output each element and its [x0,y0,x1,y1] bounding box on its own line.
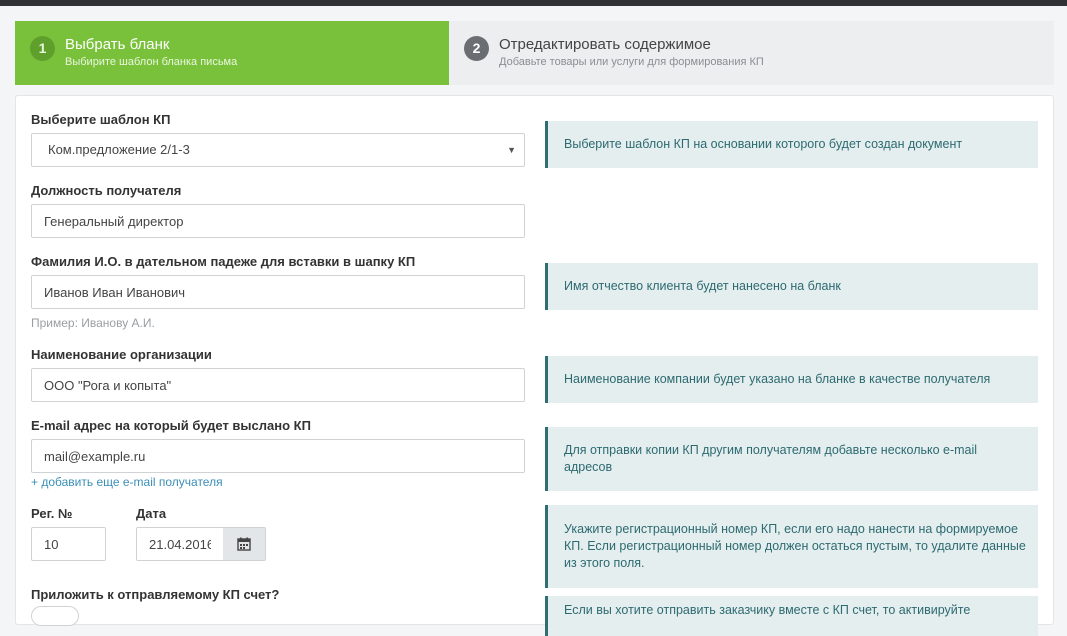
calendar-icon [237,537,251,551]
reg-number-input[interactable] [31,527,106,561]
step-subtitle: Выбирите шаблон бланка письма [65,56,238,68]
step-choose-template[interactable]: 1 Выбрать бланк Выбирите шаблон бланка п… [15,21,449,85]
template-label: Выберите шаблон КП [31,112,171,127]
template-select-value: Ком.предложение 2/1-3 [48,142,190,157]
step-edit-content[interactable]: 2 Отредактировать содержимое Добавьте то… [449,21,1054,85]
attach-invoice-label: Приложить к отправляемому КП счет? [31,587,280,602]
step-number: 1 [30,36,55,61]
fullname-hint: Пример: Иванову А.И. [31,316,155,330]
reg-number-label: Рег. № [31,506,73,521]
template-info: Выберите шаблон КП на основании которого… [545,121,1038,168]
position-label: Должность получателя [31,183,182,198]
template-select[interactable]: Ком.предложение 2/1-3 ▼ [31,133,525,167]
fullname-label: Фамилия И.О. в дательном падеже для вста… [31,254,416,269]
attach-info: Если вы хотите отправить заказчику вмест… [545,596,1038,636]
organization-label: Наименование организации [31,347,212,362]
email-label: E-mail адрес на который будет выслано КП [31,418,311,433]
chevron-down-icon: ▼ [507,145,516,155]
fullname-info: Имя отчество клиента будет нанесено на б… [545,263,1038,310]
organization-info-text: Наименование компании будет указано на б… [564,372,991,386]
position-input[interactable] [31,204,525,238]
add-email-link[interactable]: + добавить еще e-mail получателя [31,475,223,489]
email-info: Для отправки копии КП другим получателям… [545,427,1038,491]
attach-invoice-toggle[interactable] [31,606,79,626]
template-info-text: Выберите шаблон КП на основании которого… [564,137,963,151]
fullname-input[interactable] [31,275,525,309]
fullname-info-text: Имя отчество клиента будет нанесено на б… [564,279,841,293]
step-subtitle: Добавьте товары или услуги для формирова… [499,56,764,68]
step-title: Выбрать бланк [65,36,170,53]
date-input[interactable] [136,527,224,561]
organization-info: Наименование компании будет указано на б… [545,356,1038,403]
date-label: Дата [136,506,167,521]
calendar-button[interactable] [223,527,266,561]
email-info-text: Для отправки копии КП другим получателям… [564,443,978,474]
reg-info-text: Укажите регистрационный номер КП, если е… [564,522,1026,570]
step-title: Отредактировать содержимое [499,36,711,53]
organization-input[interactable] [31,368,525,402]
top-bar [0,0,1067,6]
reg-info: Укажите регистрационный номер КП, если е… [545,505,1038,588]
step-number: 2 [464,36,489,61]
wizard-steps: 1 Выбрать бланк Выбирите шаблон бланка п… [15,21,1054,85]
email-input[interactable] [31,439,525,473]
